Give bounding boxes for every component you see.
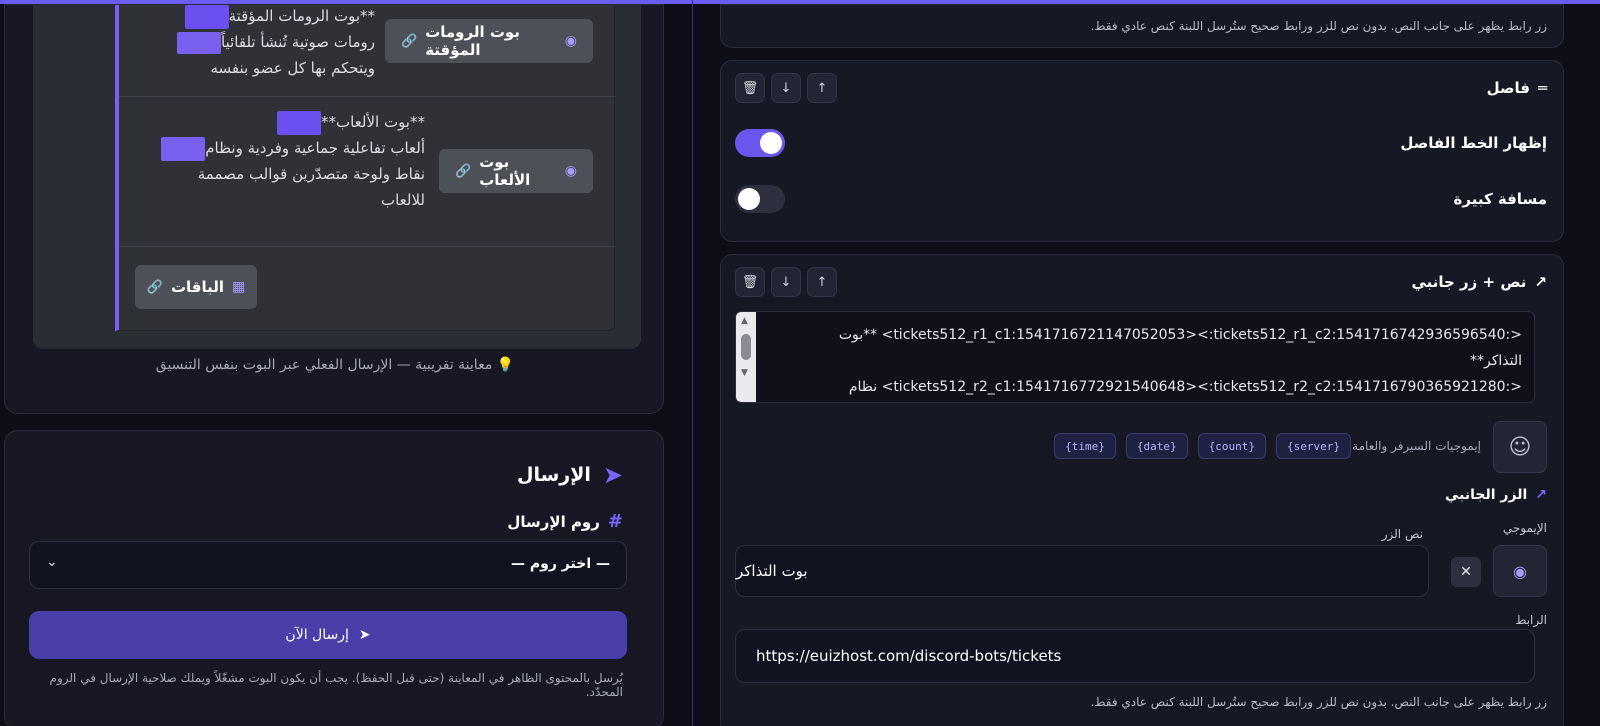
link-icon: 🔗 bbox=[401, 33, 418, 49]
external-link-icon: ↗ bbox=[1535, 487, 1547, 503]
embed-text: نقاط ولوحة متصدّرين قوالب مصممة bbox=[197, 165, 425, 183]
text-line: <:tickets512_r1_c1:1541716721147052053><… bbox=[838, 327, 1522, 343]
temp-rooms-link-button[interactable]: 🔗 بوت الرومات المؤقتة ◉ bbox=[385, 19, 593, 63]
preview-note: 💡 معاينة تقريبية — الإرسال الفعلي عبر ال… bbox=[155, 357, 515, 373]
arrow-down-icon: ↓ bbox=[780, 274, 792, 290]
hash-icon: # bbox=[607, 511, 623, 532]
embed-text: رومات صوتية تُنشأ تلقائياً bbox=[221, 33, 375, 51]
smile-icon: ☺ bbox=[1508, 434, 1532, 460]
left-column: **بوت الرومات المؤقتة رومات صوتية تُنشأ … bbox=[0, 4, 680, 726]
move-up-button[interactable]: ↑ bbox=[807, 73, 837, 103]
embed-row-games: **بوت الألعاب** ألعاب تفاعلية جماعية وفر… bbox=[119, 97, 615, 247]
embed-container: **بوت الرومات المؤقتة رومات صوتية تُنشأ … bbox=[115, 4, 615, 331]
side-button-title: الزر الجانبي bbox=[1445, 487, 1528, 503]
clear-emoji-button[interactable]: ✕ bbox=[1451, 557, 1481, 587]
show-line-toggle[interactable] bbox=[735, 129, 785, 157]
placeholder-chip-date[interactable]: {date} bbox=[1125, 433, 1188, 459]
arrow-up-icon: ↑ bbox=[816, 80, 828, 96]
separator-block-card: ═ فاصل 🗑 ↓ ↑ إظهار الخط الفاصل مسافة كبي… bbox=[720, 60, 1564, 242]
button-text-input[interactable]: بوت التذاكر bbox=[735, 545, 1429, 597]
block-hint: زر رابط يظهر على جانب النص. بدون نص للزر… bbox=[1090, 19, 1547, 33]
arrow-down-icon: ↓ bbox=[780, 80, 792, 96]
send-card: ➤ الإرسال # روم الإرسال — اختر روم — ⌄ ➤… bbox=[4, 430, 664, 726]
right-column: زر رابط يظهر على جانب النص. بدون نص للزر… bbox=[700, 4, 1580, 726]
move-down-button[interactable]: ↓ bbox=[771, 73, 801, 103]
embed-text: **بوت الرومات المؤقتة bbox=[228, 7, 375, 25]
link-value: https://euizhost.com/discord-bots/ticket… bbox=[756, 647, 1062, 665]
column-divider bbox=[692, 0, 693, 726]
button-text-label: نص الزر bbox=[1381, 527, 1423, 541]
trash-icon: 🗑 bbox=[741, 80, 759, 96]
chevron-down-icon: ⌄ bbox=[46, 554, 58, 570]
discord-icon: ◉ bbox=[564, 33, 577, 49]
embed-text: **بوت الألعاب** bbox=[320, 113, 425, 131]
button-label: الباقات bbox=[170, 278, 225, 296]
scroll-up-icon: ▲ bbox=[741, 316, 748, 326]
large-spacing-toggle[interactable] bbox=[735, 185, 785, 213]
embed-text: ويتحكم بها كل عضو بنفسه bbox=[210, 59, 375, 77]
placeholder-chip-count[interactable]: {count} bbox=[1197, 433, 1266, 459]
games-link-button[interactable]: 🔗 بوت الألعاب ◉ bbox=[439, 149, 593, 193]
button-label: بوت الألعاب bbox=[479, 153, 531, 189]
packages-link-button[interactable]: 🔗 الباقات ▦ bbox=[135, 265, 257, 309]
link-label: الرابط bbox=[1515, 613, 1547, 627]
text-line: <:tickets512_r2_c1:1541716772921540648><… bbox=[848, 379, 1522, 395]
block-hint: زر رابط يظهر على جانب النص. بدون نص للزر… bbox=[1090, 695, 1547, 709]
paper-plane-icon: ➤ bbox=[358, 627, 371, 643]
custom-emoji-image bbox=[276, 110, 321, 135]
room-label: روم الإرسال bbox=[507, 512, 600, 531]
previous-block-card: زر رابط يظهر على جانب النص. بدون نص للزر… bbox=[720, 4, 1564, 48]
link-icon: 🔗 bbox=[146, 279, 163, 295]
embed-text: للالعاب bbox=[380, 191, 425, 209]
custom-emoji-image bbox=[184, 4, 229, 29]
equals-icon: ═ bbox=[1537, 79, 1547, 97]
move-up-button[interactable]: ↑ bbox=[807, 267, 837, 297]
trash-icon: 🗑 bbox=[741, 274, 759, 290]
embed-text: ألعاب تفاعلية جماعية وفردية ونظام bbox=[205, 139, 425, 157]
textarea-scrollbar[interactable]: ▲ ▼ bbox=[736, 312, 756, 402]
emoji-picker-button[interactable]: ☺ bbox=[1493, 421, 1547, 473]
room-select[interactable]: — اختر روم — ⌄ bbox=[29, 541, 627, 589]
discord-icon: ◉ bbox=[1513, 561, 1527, 581]
button-text-value: بوت التذاكر bbox=[736, 562, 808, 580]
custom-emoji-image bbox=[161, 136, 206, 161]
text-button-block-card: ↗ نص + زر جانبي 🗑 ↓ ↑ <:tickets512_r1_c1… bbox=[720, 254, 1564, 726]
large-spacing-label: مسافة كبيرة bbox=[1453, 190, 1547, 208]
embed-row-temp-rooms: **بوت الرومات المؤقتة رومات صوتية تُنشأ … bbox=[119, 4, 615, 97]
room-select-value: — اختر روم — bbox=[511, 556, 610, 572]
send-note: يُرسل بالمحتوى الظاهر في المعاينة (حتى ق… bbox=[49, 671, 623, 699]
emoji-label: الإيموجي bbox=[1502, 521, 1547, 535]
link-icon: 🔗 bbox=[455, 163, 472, 179]
move-down-button[interactable]: ↓ bbox=[771, 267, 801, 297]
send-now-button[interactable]: ➤ إرسال الآن bbox=[29, 611, 627, 659]
show-line-label: إظهار الخط الفاصل bbox=[1400, 134, 1547, 152]
emoji-hint: إيموجيات السيرفر والعامة bbox=[1352, 439, 1481, 453]
block-text-input[interactable]: <:tickets512_r1_c1:1541716721147052053><… bbox=[735, 311, 1535, 403]
placeholder-chip-time[interactable]: {time} bbox=[1054, 433, 1116, 459]
scroll-down-icon: ▼ bbox=[741, 368, 748, 378]
arrow-up-icon: ↑ bbox=[816, 274, 828, 290]
text-line: التذاكر** bbox=[1469, 353, 1522, 369]
button-label: بوت الرومات المؤقتة bbox=[425, 23, 520, 59]
external-link-icon: ↗ bbox=[1534, 273, 1547, 291]
custom-emoji-image bbox=[177, 31, 222, 54]
send-now-label: إرسال الآن bbox=[285, 627, 349, 643]
link-input[interactable]: https://euizhost.com/discord-bots/ticket… bbox=[735, 629, 1535, 683]
discord-icon: ◉ bbox=[564, 163, 577, 179]
block-title: فاصل bbox=[1486, 79, 1530, 97]
delete-block-button[interactable]: 🗑 bbox=[735, 267, 765, 297]
close-icon: ✕ bbox=[1460, 564, 1472, 580]
placeholder-chip-server[interactable]: {server} bbox=[1276, 433, 1351, 459]
discord-message-preview: **بوت الرومات المؤقتة رومات صوتية تُنشأ … bbox=[33, 4, 641, 349]
button-emoji-select[interactable]: ◉ bbox=[1493, 545, 1547, 597]
paper-plane-icon: ➤ bbox=[602, 461, 623, 489]
ticket-icon: ▦ bbox=[232, 279, 246, 295]
preview-card: **بوت الرومات المؤقتة رومات صوتية تُنشأ … bbox=[4, 4, 664, 414]
send-title: الإرسال bbox=[516, 464, 591, 486]
delete-block-button[interactable]: 🗑 bbox=[735, 73, 765, 103]
block-title: نص + زر جانبي bbox=[1411, 273, 1527, 291]
